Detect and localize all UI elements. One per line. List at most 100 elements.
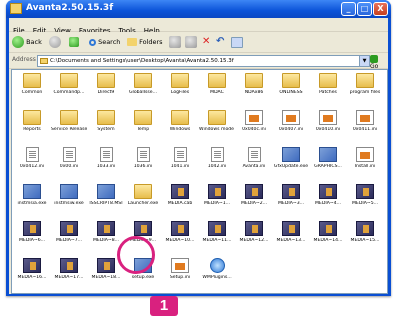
file-item[interactable]: 0x040c.ini xyxy=(236,110,272,132)
file-label: Setup.ini xyxy=(169,275,191,280)
file-item[interactable]: 1033.ini xyxy=(88,147,124,169)
file-item[interactable]: LogFiles xyxy=(162,73,198,95)
search-button[interactable]: Search xyxy=(89,35,120,49)
file-item[interactable]: Launcher.exe xyxy=(125,184,161,206)
folders-button[interactable]: Folders xyxy=(127,35,163,49)
forward-button[interactable] xyxy=(49,35,61,49)
file-item[interactable]: program files xyxy=(347,73,383,95)
file-item[interactable]: Common xyxy=(14,73,50,95)
file-item[interactable]: Setup.ini xyxy=(162,258,198,280)
file-item[interactable]: ISSCRIPT8.MSI xyxy=(88,184,124,206)
file-item[interactable]: MEDIA~4... xyxy=(310,184,346,206)
file-item[interactable]: MEDIA~7... xyxy=(51,221,87,243)
file-item[interactable]: MEDIA~14... xyxy=(310,221,346,243)
file-item[interactable]: Reports xyxy=(14,110,50,132)
file-icon xyxy=(210,147,224,162)
up-folder-button[interactable] xyxy=(69,35,79,49)
file-label: 0x00.ini xyxy=(59,164,79,169)
file-item[interactable]: 1042.ini xyxy=(199,147,235,169)
file-item[interactable]: instmsiw.exe xyxy=(51,184,87,206)
file-item[interactable]: MEDIA~10... xyxy=(162,221,198,243)
close-button[interactable]: X xyxy=(373,2,388,16)
go-button[interactable]: Go xyxy=(370,55,388,70)
file-item[interactable]: MEDIA~3... xyxy=(273,184,309,206)
minimize-button[interactable]: _ xyxy=(341,2,356,16)
file-label: MEDIA~1... xyxy=(203,201,231,206)
file-label: ISSCRIPT8.MSI xyxy=(89,201,123,206)
file-item[interactable]: instmsia.exe xyxy=(14,184,50,206)
exe-icon xyxy=(60,184,78,199)
file-item[interactable]: Windows mode esco... xyxy=(199,110,235,132)
file-item[interactable]: Windows xyxy=(162,110,198,132)
views-button[interactable] xyxy=(231,35,243,49)
delete-icon[interactable]: ✕ xyxy=(202,35,210,49)
file-item[interactable]: 0x0411.ini xyxy=(347,110,383,132)
file-item[interactable]: 0x0410.ini xyxy=(310,110,346,132)
file-item[interactable]: System xyxy=(88,110,124,132)
file-item[interactable]: MEDIA~11... xyxy=(199,221,235,243)
file-item[interactable]: 0x0407.ini xyxy=(273,110,309,132)
file-item[interactable]: Direct9 xyxy=(88,73,124,95)
file-item[interactable]: GRAPHICS... xyxy=(310,147,346,169)
folder-icon xyxy=(10,3,22,14)
file-label: MEDIA~18... xyxy=(91,275,121,280)
file-list[interactable]: Common Commandp... Direct9 GlobalIsse... Log… xyxy=(11,69,388,294)
file-item[interactable]: MEDIA~12... xyxy=(236,221,272,243)
file-label: GfxUpdate.exe xyxy=(273,164,309,169)
address-field[interactable]: C:\Documents and Settings\user\Desktop\A… xyxy=(37,55,369,67)
setupinf-icon xyxy=(356,110,374,125)
file-item[interactable]: ONLINESS xyxy=(273,73,309,95)
file-item[interactable]: MEDIA~5... xyxy=(347,184,383,206)
copy-to-button[interactable] xyxy=(185,35,197,49)
file-label: Install.ini xyxy=(354,164,376,169)
back-button[interactable]: Back xyxy=(12,35,42,49)
file-label: MEDIA~12... xyxy=(239,238,269,243)
installer-icon xyxy=(208,221,226,236)
back-arrow-icon xyxy=(12,36,24,48)
installer-icon xyxy=(208,184,226,199)
file-item[interactable]: WMPlugins... xyxy=(199,258,235,280)
file-item[interactable]: Temp xyxy=(125,110,161,132)
file-label: GlobalIsse... xyxy=(128,90,157,95)
file-item[interactable]: MEDIA~1... xyxy=(199,184,235,206)
file-item[interactable]: MEDIA~2... xyxy=(236,184,272,206)
file-item[interactable]: GfxUpdate.exe xyxy=(273,147,309,169)
file-item[interactable]: 1041.ini xyxy=(162,147,198,169)
file-item[interactable]: Commandp... xyxy=(51,73,87,95)
file-label: Common xyxy=(21,90,43,95)
undo-icon[interactable]: ↶ xyxy=(216,35,224,49)
file-item[interactable]: MEDIA~6... xyxy=(14,221,50,243)
file-item[interactable]: MEDIA~15... xyxy=(347,221,383,243)
file-item[interactable]: MEDIA~8... xyxy=(88,221,124,243)
folder-icon xyxy=(23,110,41,125)
file-label: MEDIA~14... xyxy=(313,238,343,243)
move-to-button[interactable] xyxy=(169,35,181,49)
chevron-down-icon[interactable]: ▼ xyxy=(359,55,370,67)
file-item[interactable]: GlobalIsse... xyxy=(125,73,161,95)
file-label: MEDIA~7... xyxy=(55,238,83,243)
file-label: Avanta.ini xyxy=(242,164,266,169)
file-item[interactable]: MEDIA~13... xyxy=(273,221,309,243)
setupinf-icon xyxy=(319,110,337,125)
file-label: MEDIA~17... xyxy=(54,275,84,280)
title-bar[interactable]: Avanta2.50.15.3f _ □ X xyxy=(6,0,391,18)
installer-icon xyxy=(356,221,374,236)
file-item[interactable]: 1036.ini xyxy=(125,147,161,169)
file-item[interactable]: MEDIA~16... xyxy=(14,258,50,280)
file-icon xyxy=(99,147,113,162)
file-item[interactable]: Install.ini xyxy=(347,147,383,169)
maximize-button[interactable]: □ xyxy=(357,2,372,16)
setupinf-icon xyxy=(245,110,263,125)
file-item[interactable]: MEDIA.cab xyxy=(162,184,198,206)
file-item[interactable]: Avanta.ini xyxy=(236,147,272,169)
folder-icon xyxy=(171,110,189,125)
installer-icon xyxy=(23,258,41,273)
file-item[interactable]: 0x00.ini xyxy=(51,147,87,169)
file-item[interactable]: Service Releases xyxy=(51,110,87,132)
file-item[interactable]: NDAx86 xyxy=(236,73,272,95)
folders-label: Folders xyxy=(139,38,163,46)
file-item[interactable]: 0x0412.ini xyxy=(14,147,50,169)
file-item[interactable]: MEDIA~17... xyxy=(51,258,87,280)
file-item[interactable]: MDAC xyxy=(199,73,235,95)
file-item[interactable]: Patches xyxy=(310,73,346,95)
